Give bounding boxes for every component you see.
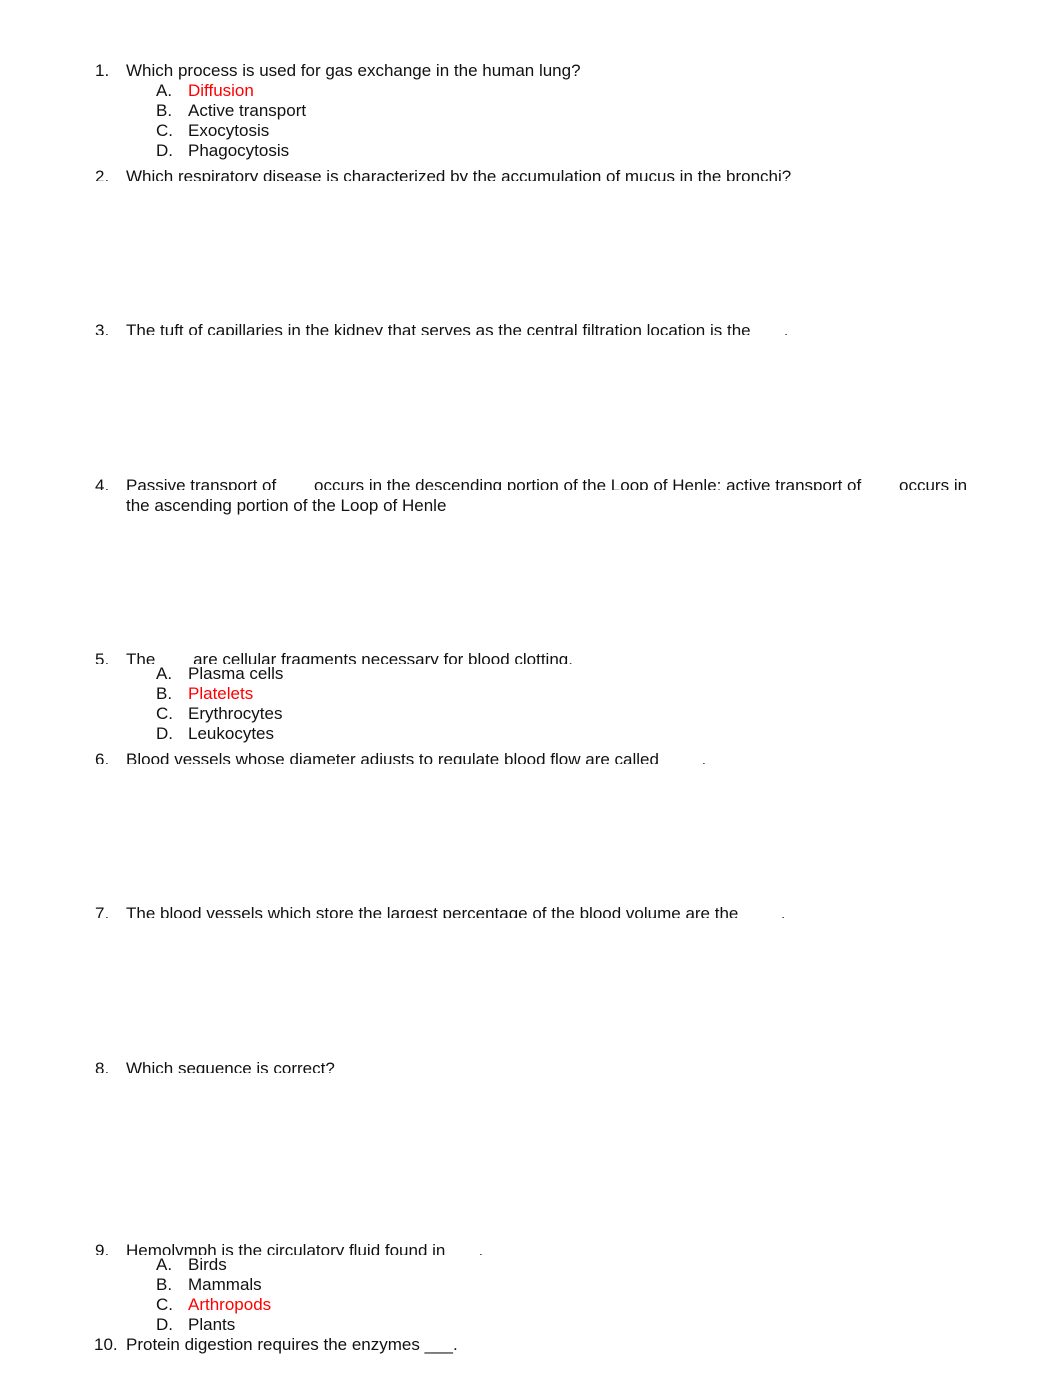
option-text: Exocytosis: [188, 121, 270, 140]
question-2: 2. Which respiratory disease is characte…: [0, 167, 1062, 187]
option-b: B. Active transport: [0, 101, 1062, 121]
question-4: 4. Passive transport of ___ occurs in th…: [0, 476, 1062, 516]
option-c: C. Arthropods: [0, 1295, 1062, 1315]
question-text: Passive transport of ___ occurs in the d…: [126, 476, 968, 490]
question-text: Which respiratory disease is characteriz…: [126, 167, 792, 181]
option-letter: D.: [156, 141, 173, 160]
option-b: B. Mammals: [0, 1275, 1062, 1295]
option-letter: C.: [156, 704, 173, 723]
option-letter: C.: [156, 1295, 173, 1314]
option-a: A. Diffusion: [0, 81, 1062, 101]
option-d: D. Phagocytosis: [0, 141, 1062, 161]
option-letter: A.: [156, 1255, 173, 1274]
option-b: B. Platelets: [0, 684, 1062, 704]
question-number: 2.: [95, 167, 110, 181]
question-7: 7. The blood vessels which store the lar…: [0, 904, 1062, 924]
option-text-correct: Diffusion: [188, 81, 254, 100]
option-letter: D.: [156, 1315, 173, 1334]
option-text: Mammals: [188, 1275, 262, 1294]
option-letter: C.: [156, 121, 173, 140]
option-d: D. Leukocytes: [0, 724, 1062, 744]
option-text: Active transport: [188, 101, 307, 120]
question-number: 8.: [95, 1059, 110, 1073]
option-text: Leukocytes: [188, 724, 274, 743]
question-number: 1.: [95, 61, 110, 80]
option-text: Plasma cells: [188, 664, 284, 683]
question-text: Blood vessels whose diameter adjusts to …: [126, 750, 707, 764]
question-9: 9. Hemolymph is the circulatory fluid fo…: [0, 1241, 1062, 1335]
question-number: 6.: [95, 750, 110, 764]
option-d: D. Plants: [0, 1315, 1062, 1335]
question-text: Hemolymph is the circulatory fluid found…: [126, 1241, 484, 1255]
question-number: 10.: [94, 1335, 118, 1354]
option-letter: B.: [156, 684, 173, 703]
option-c: C. Exocytosis: [0, 121, 1062, 141]
option-text: Plants: [188, 1315, 236, 1334]
question-number: 5.: [95, 650, 110, 664]
question-1: 1. Which process is used for gas exchang…: [0, 61, 1062, 161]
question-number: 3.: [95, 321, 110, 335]
question-text: Which process is used for gas exchange i…: [126, 61, 581, 80]
option-letter: A.: [156, 664, 173, 683]
question-5: 5. The ___ are cellular fragments necess…: [0, 650, 1062, 744]
option-a: A. Plasma cells: [0, 664, 1062, 684]
option-letter: B.: [156, 101, 173, 120]
question-text: The ___ are cellular fragments necessary…: [126, 650, 573, 664]
question-text: Which sequence is correct?: [126, 1059, 335, 1073]
option-text: Phagocytosis: [188, 141, 290, 160]
option-text-correct: Platelets: [188, 684, 254, 703]
question-number: 7.: [95, 904, 110, 918]
question-text: The blood vessels which store the larges…: [126, 904, 786, 918]
question-number: 4.: [95, 476, 110, 490]
option-letter: B.: [156, 1275, 173, 1294]
option-c: C. Erythrocytes: [0, 704, 1062, 724]
question-text-continued: the ascending portion of the Loop of Hen…: [126, 496, 447, 515]
question-text: The tuft of capillaries in the kidney th…: [126, 321, 789, 335]
question-3: 3. The tuft of capillaries in the kidney…: [0, 321, 1062, 341]
option-text: Birds: [188, 1255, 227, 1274]
question-8: 8. Which sequence is correct?: [0, 1059, 1062, 1079]
option-text: Erythrocytes: [188, 704, 283, 723]
option-letter: D.: [156, 724, 173, 743]
question-text: Protein digestion requires the enzymes _…: [126, 1335, 458, 1354]
question-10: 10. Protein digestion requires the enzym…: [0, 1335, 1062, 1355]
option-letter: A.: [156, 81, 173, 100]
question-6: 6. Blood vessels whose diameter adjusts …: [0, 750, 1062, 770]
option-text-correct: Arthropods: [188, 1295, 272, 1314]
option-a: A. Birds: [0, 1255, 1062, 1275]
question-number: 9.: [95, 1241, 110, 1255]
